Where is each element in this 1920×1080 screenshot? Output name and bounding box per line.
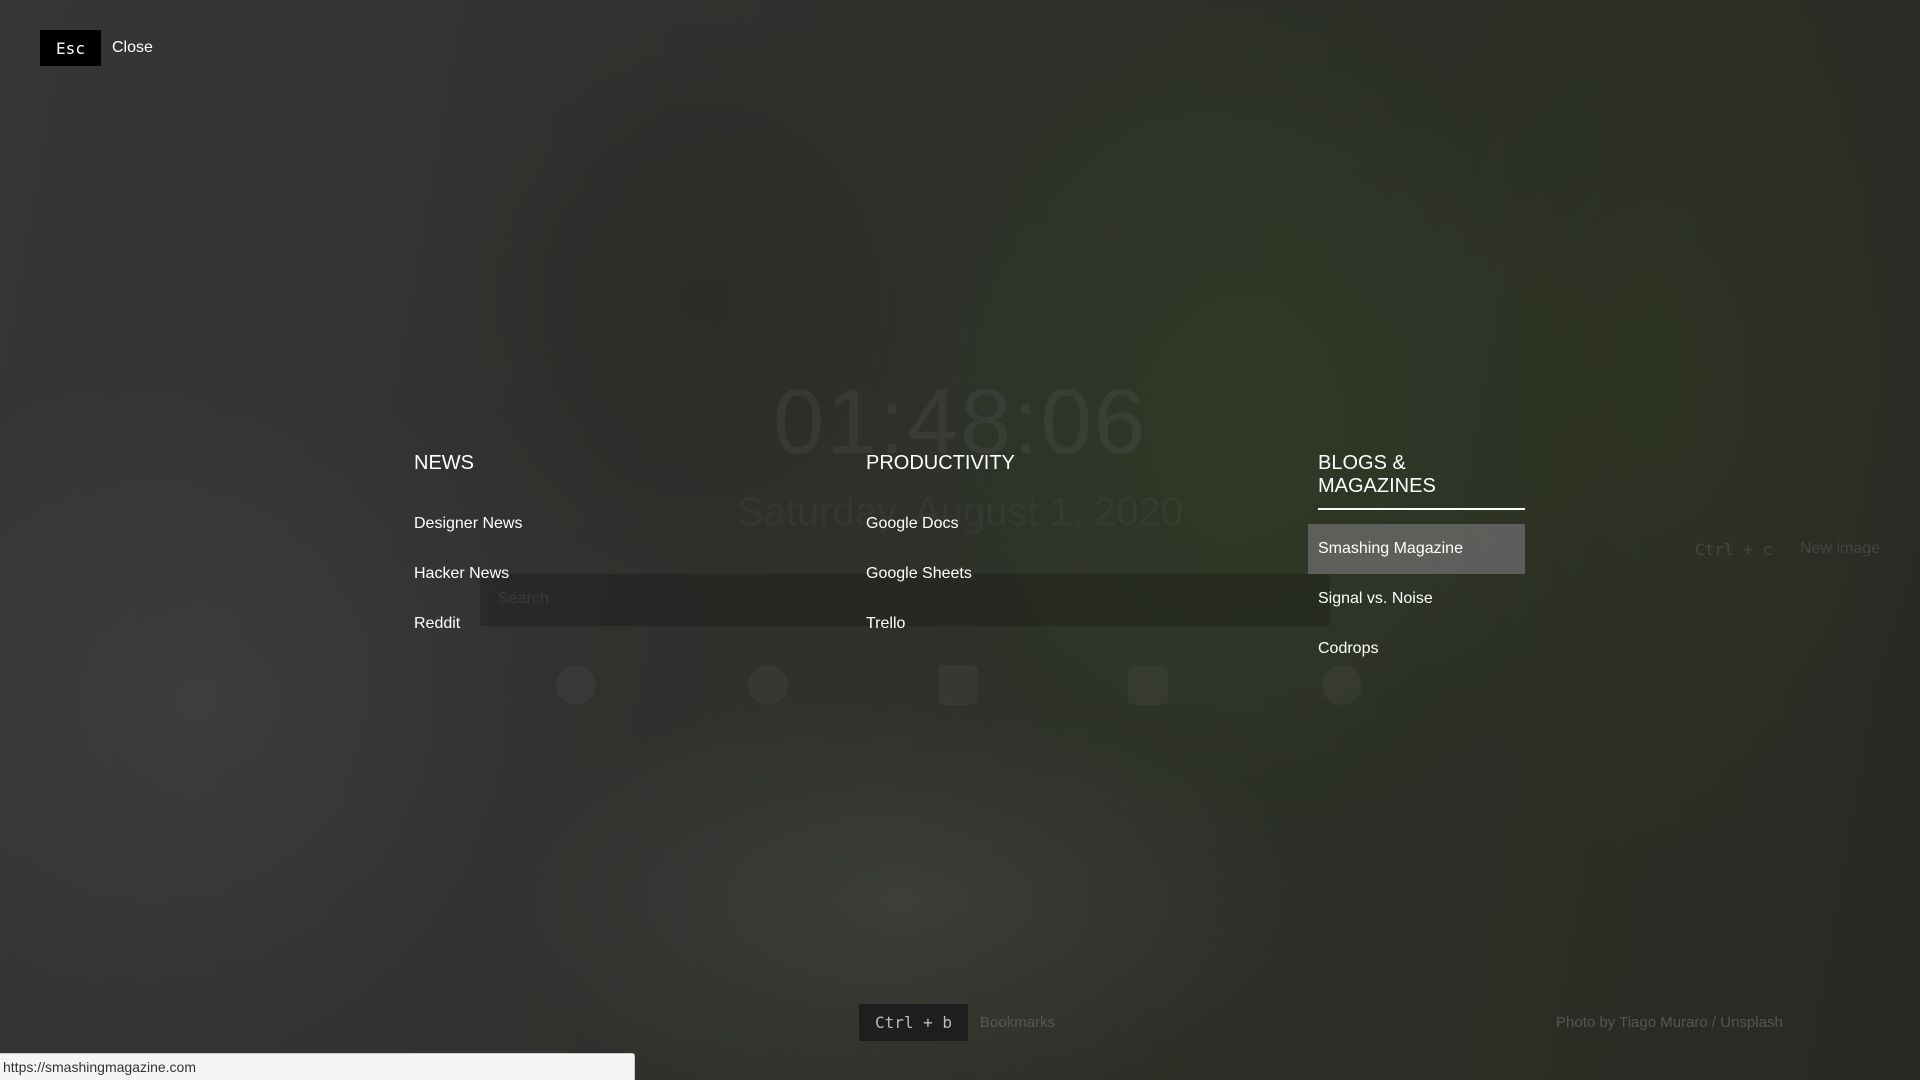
esc-key[interactable]: Esc	[40, 30, 101, 66]
bookmark-column-news: NEWS Designer News Hacker News Reddit	[414, 452, 624, 649]
close-button[interactable]: Close	[112, 39, 153, 57]
bookmark-item[interactable]: Signal vs. Noise	[1308, 574, 1525, 624]
status-bar-url: https://smashingmagazine.com	[0, 1053, 635, 1080]
bookmark-column-blogs: BLOGS & MAGAZINES Smashing Magazine Sign…	[1308, 452, 1525, 674]
bookmark-item[interactable]: Google Sheets	[856, 549, 1076, 599]
bookmark-item[interactable]: Google Docs	[856, 499, 1076, 549]
bookmarks-label[interactable]: Bookmarks	[980, 1014, 1055, 1031]
column-title-active[interactable]: BLOGS & MAGAZINES	[1318, 452, 1525, 510]
column-title[interactable]: NEWS	[414, 452, 474, 485]
bookmarks-shortcut-key[interactable]: Ctrl + b	[859, 1004, 968, 1041]
bookmark-item[interactable]: Hacker News	[404, 549, 624, 599]
column-title[interactable]: PRODUCTIVITY	[866, 452, 1015, 485]
bookmark-item[interactable]: Trello	[856, 599, 1076, 649]
bookmark-column-productivity: PRODUCTIVITY Google Docs Google Sheets T…	[866, 452, 1076, 649]
bookmark-item[interactable]: Designer News	[404, 499, 624, 549]
bookmark-item[interactable]: Codrops	[1308, 624, 1525, 674]
bookmark-item[interactable]: Reddit	[404, 599, 624, 649]
photo-credit[interactable]: Photo by Tiago Muraro / Unsplash	[1556, 1014, 1783, 1031]
bookmark-item-selected[interactable]: Smashing Magazine	[1308, 524, 1525, 574]
